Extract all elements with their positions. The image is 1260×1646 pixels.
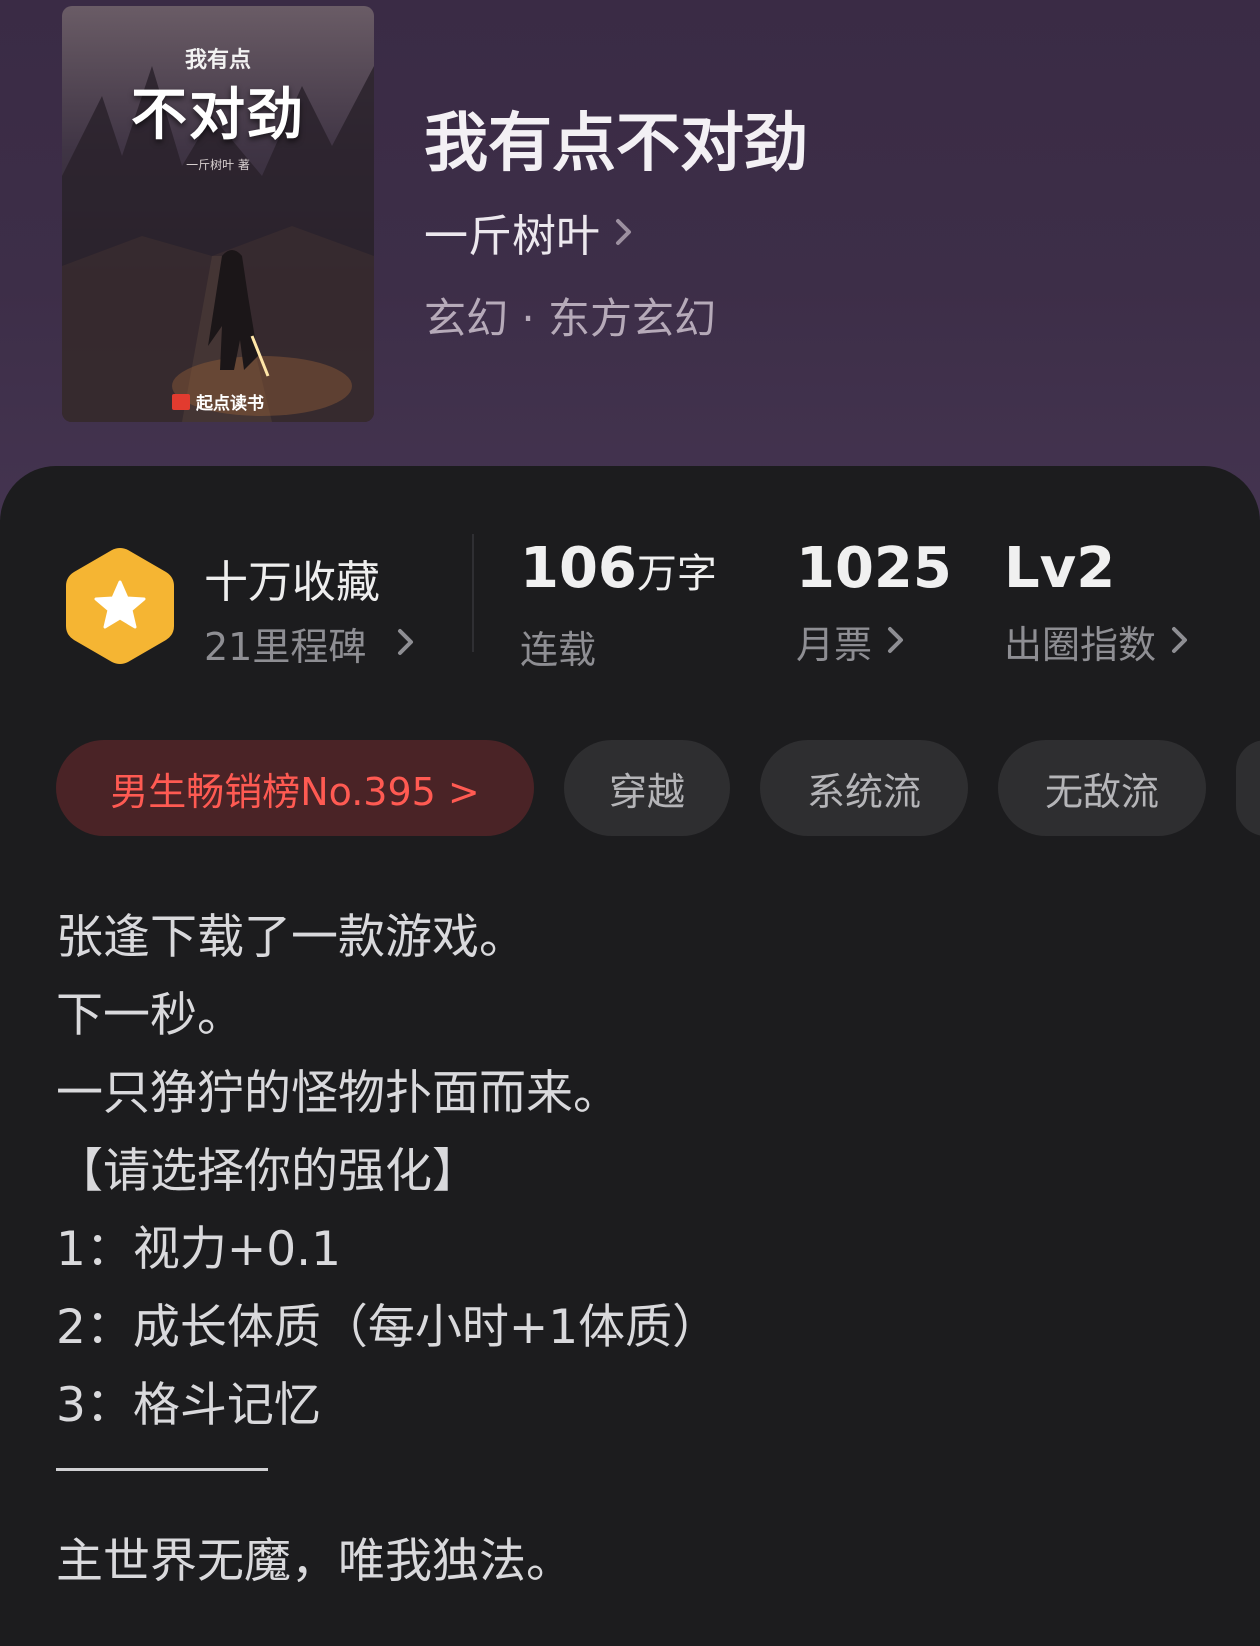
word-count-value: 106 <box>520 536 637 601</box>
description-line: 3：格斗记忆 <box>56 1378 321 1433</box>
circle-index-stat[interactable]: Lv2 出圈指数 <box>1004 536 1190 669</box>
chevron-right-icon <box>396 622 416 666</box>
cover-author-line: 一斤树叶 著 <box>186 158 250 172</box>
author-link[interactable]: 一斤树叶 <box>424 200 634 264</box>
monthly-ticket-stat[interactable]: 1025 月票 <box>796 536 952 669</box>
collection-title: 十万收藏 <box>204 557 380 608</box>
stat-divider <box>472 534 474 652</box>
tag-chip[interactable]: 穿越 <box>564 740 730 836</box>
circle-index-label: 出圈指数 <box>1004 623 1157 667</box>
circle-index-value: Lv2 <box>1004 536 1116 601</box>
milestone-link[interactable]: 21里程碑 <box>204 616 416 671</box>
word-count-unit: 万字 <box>636 551 717 597</box>
serial-status: 连载 <box>520 628 597 672</box>
publisher-name: 起点读书 <box>196 394 264 414</box>
book-title: 我有点不对劲 <box>424 107 808 181</box>
description-line: 主世界无魔，唯我独法。 <box>56 1534 573 1589</box>
author-name: 一斤树叶 <box>424 211 600 262</box>
tag-chip[interactable]: 无敌流 <box>998 740 1206 836</box>
book-cover[interactable]: 我有点 不对劲 一斤树叶 著 起点读书 <box>62 6 374 422</box>
description-line: 一只狰狞的怪物扑面而来。 <box>56 1066 620 1121</box>
description-line: 【请选择你的强化】 <box>56 1144 479 1199</box>
star-badge-icon <box>66 548 174 664</box>
cover-publisher: 起点读书 <box>172 389 264 414</box>
word-count-stat: 106万字 连载 <box>520 536 717 674</box>
chevron-right-icon <box>886 620 906 664</box>
monthly-ticket-value: 1025 <box>796 536 952 601</box>
cover-main-title: 不对劲 <box>131 83 305 148</box>
monthly-ticket-label: 月票 <box>796 623 873 667</box>
chevron-right-icon <box>614 207 634 258</box>
description-divider <box>56 1468 268 1471</box>
description-line: 张逢下载了一款游戏。 <box>56 910 526 965</box>
publisher-logo-icon <box>172 393 190 410</box>
rank-tag[interactable]: 男生畅销榜No.395 > <box>56 740 534 836</box>
description-line: 下一秒。 <box>56 988 244 1043</box>
book-category: 玄幻 · 东方玄幻 <box>424 294 717 343</box>
milestone-label: 21里程碑 <box>204 625 367 669</box>
chevron-right-icon <box>1170 620 1190 664</box>
tag-chip[interactable]: 系统流 <box>760 740 968 836</box>
description-line: 1：视力+0.1 <box>56 1222 342 1277</box>
tag-chip-partial[interactable] <box>1236 740 1260 836</box>
description-line: 2：成长体质（每小时+1体质） <box>56 1300 720 1355</box>
